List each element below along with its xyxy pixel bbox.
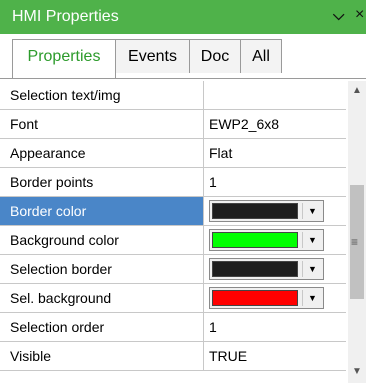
scroll-up-icon[interactable]: ▲ — [352, 85, 362, 96]
property-row[interactable]: Selection border ▼ — [0, 255, 346, 284]
tab-properties[interactable]: Properties — [12, 39, 116, 78]
property-name: Border points — [0, 168, 204, 196]
property-name: Selection border — [0, 255, 204, 283]
property-value[interactable]: ▼ — [205, 255, 346, 283]
property-name: Border color — [0, 197, 204, 225]
property-row[interactable]: Border color ▼ — [0, 197, 346, 226]
tab-doc[interactable]: Doc — [189, 39, 241, 73]
property-grid: Selection text/img Font EWP2_6x8 Appeara… — [0, 81, 346, 383]
property-row[interactable]: Background color ▼ — [0, 226, 346, 255]
property-row[interactable]: Visible TRUE — [0, 342, 346, 371]
property-row[interactable]: Selection text/img — [0, 81, 346, 110]
property-value[interactable]: EWP2_6x8 — [205, 110, 346, 138]
property-name: Selection text/img — [0, 81, 204, 109]
vertical-scrollbar[interactable]: ▲ ≡ ▼ — [348, 81, 366, 383]
property-value[interactable]: ▼ — [205, 197, 346, 225]
property-name: Background color — [0, 226, 204, 254]
property-row[interactable]: Font EWP2_6x8 — [0, 110, 346, 139]
dropdown-arrow-icon[interactable]: ▼ — [302, 290, 322, 306]
color-picker[interactable]: ▼ — [209, 229, 324, 251]
color-swatch — [212, 290, 298, 306]
property-value[interactable]: Flat — [205, 139, 346, 167]
color-swatch — [212, 203, 298, 219]
property-value[interactable]: ▼ — [205, 284, 346, 312]
tab-strip: Properties Events Doc All — [0, 34, 366, 79]
panel-title: HMI Properties — [12, 8, 119, 25]
grip-icon: ≡ — [351, 235, 359, 249]
tab-all[interactable]: All — [240, 39, 282, 73]
scroll-down-icon[interactable]: ▼ — [352, 366, 362, 377]
property-row[interactable]: Appearance Flat — [0, 139, 346, 168]
dropdown-arrow-icon[interactable]: ▼ — [302, 232, 322, 248]
tab-events[interactable]: Events — [115, 39, 190, 73]
color-picker[interactable]: ▼ — [209, 258, 324, 280]
property-value[interactable]: TRUE — [205, 342, 346, 370]
close-icon[interactable]: × — [355, 6, 364, 24]
dropdown-arrow-icon[interactable]: ▼ — [302, 261, 322, 277]
property-name: Visible — [0, 342, 204, 370]
pin-icon[interactable]: ⌵ — [333, 7, 344, 24]
color-swatch — [212, 261, 298, 277]
property-name: Appearance — [0, 139, 204, 167]
scroll-thumb[interactable]: ≡ — [350, 185, 364, 299]
panel-titlebar: HMI Properties ⌵ × — [0, 0, 366, 34]
property-name: Sel. background — [0, 284, 204, 312]
color-picker[interactable]: ▼ — [209, 287, 324, 309]
property-value[interactable]: ▼ — [205, 226, 346, 254]
property-value[interactable] — [205, 81, 346, 109]
property-name: Selection order — [0, 313, 204, 341]
property-row[interactable]: Selection order 1 — [0, 313, 346, 342]
color-picker[interactable]: ▼ — [209, 200, 324, 222]
property-value[interactable]: 1 — [205, 168, 346, 196]
property-row[interactable]: Sel. background ▼ — [0, 284, 346, 313]
property-value[interactable]: 1 — [205, 313, 346, 341]
color-swatch — [212, 232, 298, 248]
property-row[interactable]: Border points 1 — [0, 168, 346, 197]
dropdown-arrow-icon[interactable]: ▼ — [302, 203, 322, 219]
property-name: Font — [0, 110, 204, 138]
